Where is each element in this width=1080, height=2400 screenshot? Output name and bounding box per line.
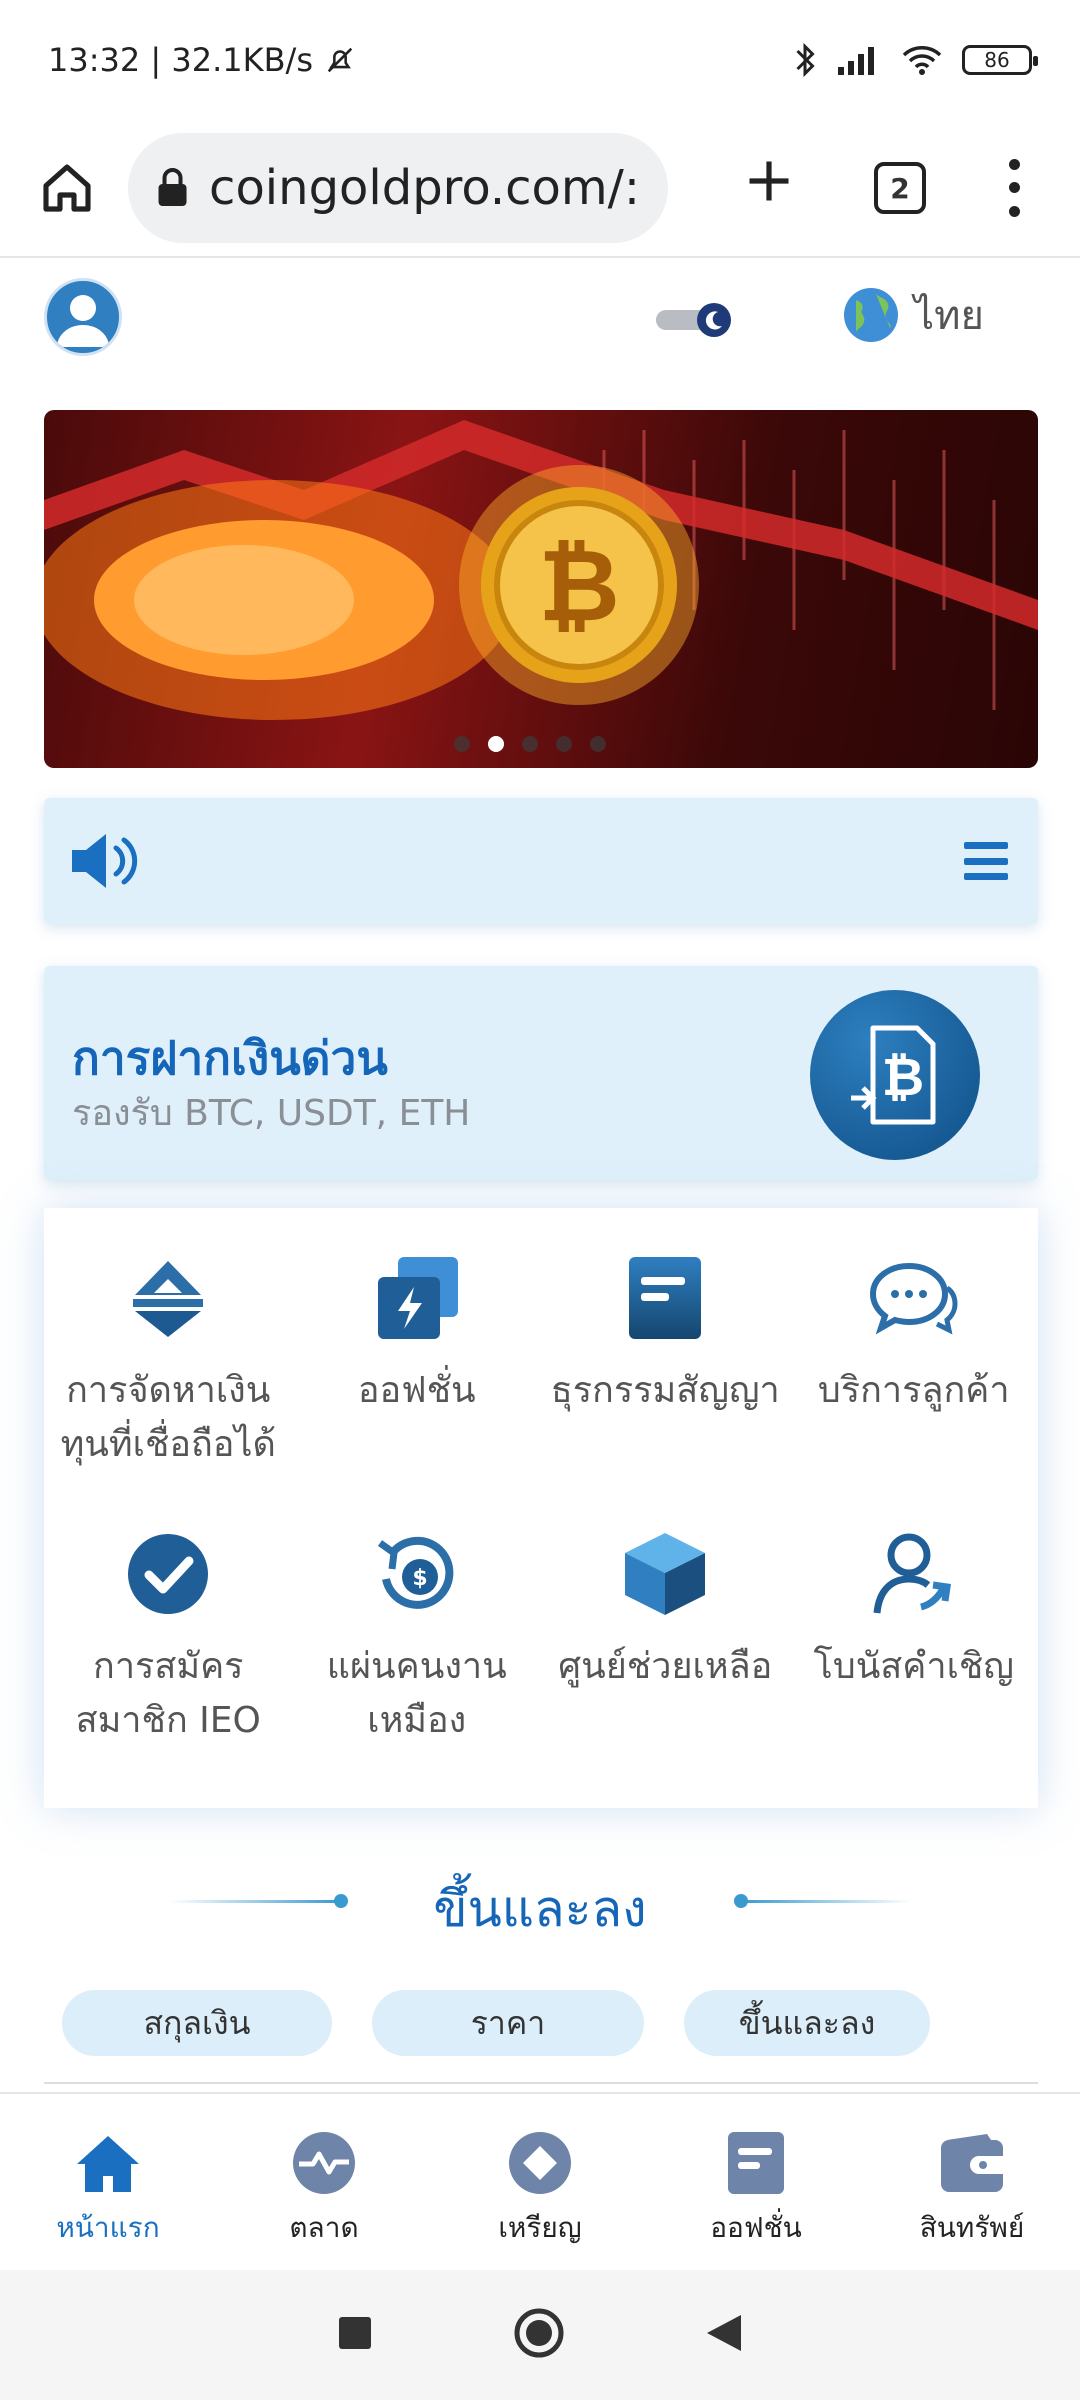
globe-icon: [844, 288, 898, 342]
plus-icon: [749, 161, 789, 201]
address-bar[interactable]: coingoldpro.com/:: [128, 133, 668, 243]
feature-options[interactable]: ออฟชั่น: [293, 1250, 542, 1526]
signal-icon: [838, 47, 874, 75]
banner-dot[interactable]: [454, 736, 470, 752]
promo-banner[interactable]: ₿: [44, 410, 1038, 768]
column-change[interactable]: ขึ้นและลง: [684, 1990, 930, 2056]
feature-invite-bonus[interactable]: โบนัสคำเชิญ: [790, 1526, 1039, 1802]
mute-bell-icon: [327, 47, 353, 73]
battery-level: 86: [984, 48, 1010, 72]
url-text: coingoldpro.com/:: [209, 160, 640, 216]
nav-home[interactable]: หน้าแรก: [0, 2094, 216, 2270]
dark-mode-toggle[interactable]: [654, 302, 734, 338]
browser-home-button[interactable]: [32, 153, 102, 223]
feature-label: การจัดหาเงินทุนที่เชื่อถือได้: [60, 1370, 276, 1465]
square-icon: [339, 2317, 371, 2349]
speaker-icon: [72, 834, 138, 888]
mining-icon: $: [369, 1526, 465, 1622]
coin-icon: [507, 2130, 573, 2196]
wifi-icon: [902, 46, 942, 75]
banner-pagination[interactable]: [454, 736, 606, 752]
bluetooth-icon: [796, 42, 815, 78]
feature-help-center[interactable]: ศูนย์ช่วยเหลือ: [541, 1526, 790, 1802]
feature-label: บริการลูกค้า: [817, 1370, 1010, 1411]
funding-icon: [120, 1250, 216, 1346]
status-time-speed: 13:32 | 32.1KB/s: [48, 41, 313, 79]
feature-funding[interactable]: การจัดหาเงินทุนที่เชื่อถือได้: [44, 1250, 293, 1526]
lock-icon: [158, 168, 187, 206]
wallet-icon: [939, 2130, 1005, 2196]
banner-dot-active[interactable]: [488, 736, 504, 752]
triangle-back-icon: [707, 2315, 741, 2351]
cube-icon: [617, 1526, 713, 1622]
bottom-navigation: หน้าแรก ตลาด เหรียญ ออฟชั่น สินทรัพย์: [0, 2092, 1080, 2270]
feature-label: การสมัครสมาชิก IEO: [75, 1646, 261, 1741]
options-doc-icon: [723, 2130, 789, 2196]
home-icon: [75, 2130, 141, 2196]
nav-label: สินทรัพย์: [919, 2211, 1025, 2244]
options-icon: [369, 1250, 465, 1346]
list-divider: [44, 2082, 1038, 2084]
circle-home-icon: [514, 2308, 564, 2358]
feature-label: ธุรกรรมสัญญา: [550, 1370, 780, 1411]
chat-icon: [866, 1250, 962, 1346]
feature-contract[interactable]: ธุรกรรมสัญญา: [541, 1250, 790, 1526]
nav-assets[interactable]: สินทรัพย์: [864, 2094, 1080, 2270]
svg-text:$: $: [412, 1566, 427, 1591]
recents-button[interactable]: [337, 2315, 373, 2355]
svg-text:₿: ₿: [538, 527, 620, 644]
nav-label: ออฟชั่น: [710, 2211, 802, 2244]
language-label: ไทย: [914, 293, 984, 339]
home-outline-icon: [43, 164, 91, 212]
system-home-button[interactable]: [513, 2307, 565, 2363]
nav-coin[interactable]: เหรียญ: [432, 2094, 648, 2270]
banner-dot[interactable]: [590, 736, 606, 752]
check-icon: [120, 1526, 216, 1622]
tab-count: 2: [890, 171, 910, 205]
nav-options[interactable]: ออฟชั่น: [648, 2094, 864, 2270]
browser-toolbar: coingoldpro.com/: 2: [0, 120, 1080, 258]
browser-menu-button[interactable]: [994, 153, 1034, 223]
nav-market[interactable]: ตลาด: [216, 2094, 432, 2270]
banner-dot[interactable]: [556, 736, 572, 752]
feature-mining[interactable]: $ แผ่นคนงานเหมือง: [293, 1526, 542, 1802]
nav-label: หน้าแรก: [56, 2211, 160, 2244]
user-icon: [57, 295, 109, 347]
bitcoin-document-icon: ₿: [810, 990, 980, 1160]
feature-label: โบนัสคำเชิญ: [813, 1646, 1014, 1687]
market-icon: [291, 2130, 357, 2196]
divider-right: [742, 1900, 912, 1903]
system-navigation-bar: [0, 2270, 1080, 2400]
column-currency[interactable]: สกุลเงิน: [62, 1990, 332, 2056]
menu-icon[interactable]: [964, 842, 1008, 880]
banner-artwork: ₿: [44, 420, 1038, 720]
feature-label: ออฟชั่น: [357, 1370, 476, 1411]
nav-label: เหรียญ: [498, 2211, 582, 2244]
user-avatar[interactable]: [44, 278, 122, 356]
column-price[interactable]: ราคา: [372, 1990, 644, 2056]
quick-deposit-card[interactable]: การฝากเงินด่วน รองรับ BTC, USDT, ETH ₿: [44, 966, 1038, 1180]
invite-icon: [866, 1526, 962, 1622]
feature-label: แผ่นคนงานเหมือง: [326, 1646, 507, 1741]
battery-indicator: 86: [962, 45, 1038, 75]
market-column-headers: สกุลเงิน ราคา ขึ้นและลง: [62, 1990, 930, 2056]
banner-dot[interactable]: [522, 736, 538, 752]
announcement-bar[interactable]: [44, 798, 1038, 924]
status-bar: 13:32 | 32.1KB/s 86: [0, 0, 1080, 120]
tab-switcher-button[interactable]: 2: [874, 162, 926, 214]
new-tab-button[interactable]: [734, 153, 804, 223]
feature-customer-service[interactable]: บริการลูกค้า: [790, 1250, 1039, 1526]
language-switcher[interactable]: ไทย: [842, 283, 984, 347]
market-section-title: ขึ้นและลง: [433, 1880, 647, 1938]
back-button[interactable]: [705, 2313, 743, 2357]
feature-grid: การจัดหาเงินทุนที่เชื่อถือได้ ออฟชั่น ธุ…: [44, 1208, 1038, 1808]
svg-text:₿: ₿: [882, 1048, 924, 1108]
contract-icon: [617, 1250, 713, 1346]
deposit-subtitle: รองรับ BTC, USDT, ETH: [72, 1093, 471, 1134]
feature-ieo[interactable]: การสมัครสมาชิก IEO: [44, 1526, 293, 1802]
nav-label: ตลาด: [289, 2211, 359, 2244]
feature-label: ศูนย์ช่วยเหลือ: [558, 1646, 773, 1687]
